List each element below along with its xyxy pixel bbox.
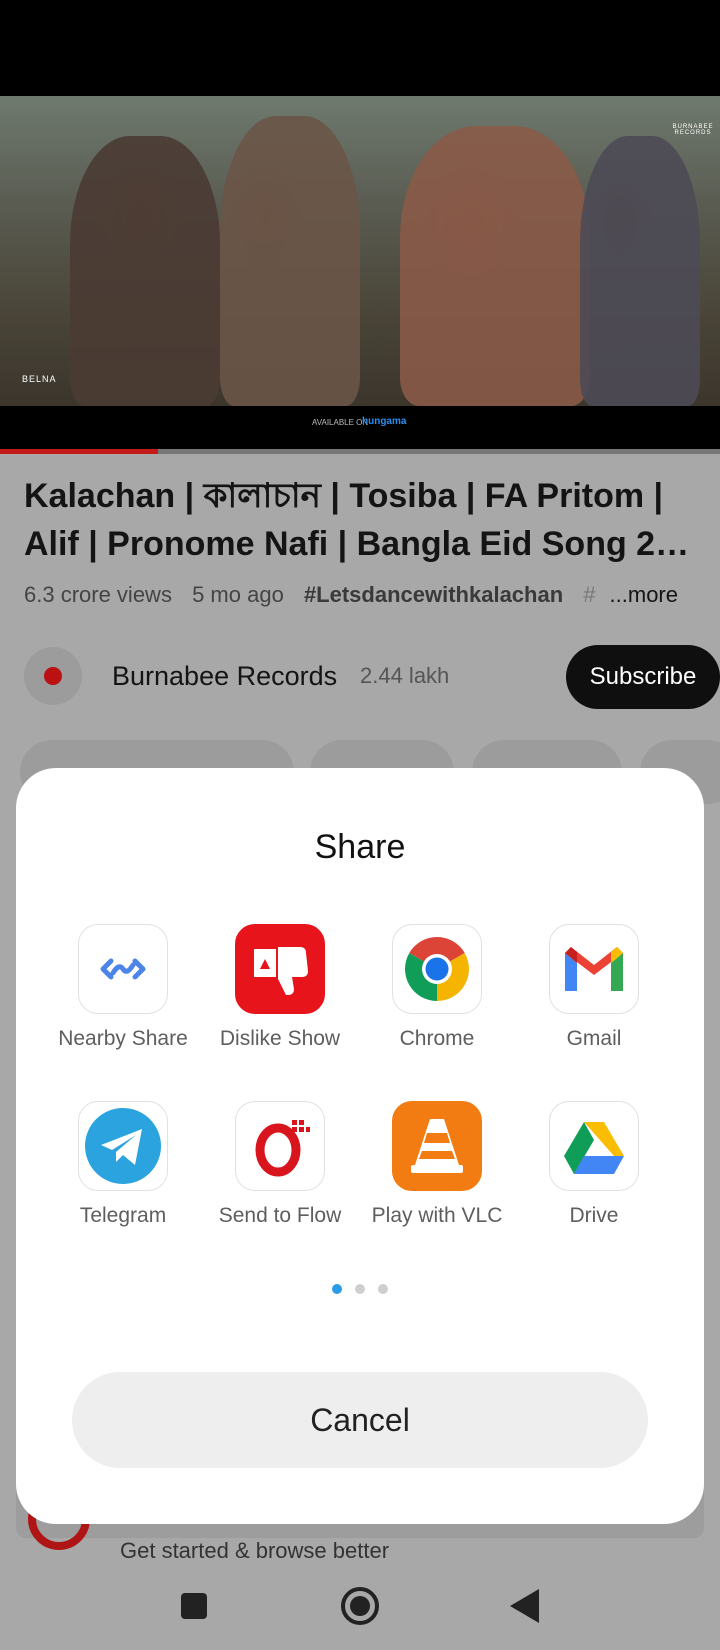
video-watermark-right: BURNABEE RECORDS bbox=[672, 124, 714, 136]
video-title[interactable]: Kalachan | কালাচান | Tosiba | FA Pritom … bbox=[24, 472, 704, 568]
hungama-logo: hungama bbox=[362, 416, 407, 427]
share-target-drive[interactable]: Drive bbox=[524, 1101, 664, 1228]
upload-age: 5 mo ago bbox=[192, 582, 284, 607]
share-sheet: Share Nearby Share Dislike Show Chrome G… bbox=[16, 768, 704, 1524]
page-indicator bbox=[16, 1284, 704, 1294]
video-figure bbox=[220, 116, 360, 406]
share-target-vlc[interactable]: Play with VLC bbox=[367, 1101, 507, 1228]
home-button[interactable] bbox=[336, 1582, 384, 1630]
hashtag-link[interactable]: # bbox=[583, 582, 595, 607]
vlc-icon bbox=[392, 1101, 482, 1191]
hashtag-link[interactable]: #Letsdancewithkalachan bbox=[304, 582, 563, 607]
share-target-label: Dislike Show bbox=[219, 1027, 341, 1050]
video-figure bbox=[70, 136, 220, 406]
subscriber-count: 2.44 lakh bbox=[360, 663, 450, 688]
share-target-label: Nearby Share bbox=[58, 1027, 188, 1050]
share-target-chrome[interactable]: Chrome bbox=[367, 924, 507, 1051]
share-target-send-to-flow[interactable]: Send to Flow bbox=[210, 1101, 350, 1228]
recents-button[interactable] bbox=[170, 1582, 218, 1630]
recents-icon bbox=[181, 1593, 207, 1619]
video-figure bbox=[580, 136, 700, 406]
subscribe-button[interactable]: Subscribe bbox=[566, 645, 720, 709]
video-progress-fill bbox=[0, 449, 159, 454]
share-target-label: Telegram bbox=[79, 1204, 167, 1227]
page-dot[interactable] bbox=[378, 1284, 388, 1294]
back-icon bbox=[510, 1589, 539, 1623]
nearby-share-icon bbox=[78, 924, 168, 1014]
back-button[interactable] bbox=[500, 1582, 548, 1630]
gmail-icon bbox=[549, 924, 639, 1014]
cancel-button[interactable]: Cancel bbox=[72, 1372, 648, 1468]
video-watermark-left: BELNA bbox=[22, 374, 57, 384]
avatar[interactable] bbox=[24, 647, 82, 705]
share-target-dislike-show[interactable]: Dislike Show bbox=[210, 924, 350, 1051]
flow-icon bbox=[235, 1101, 325, 1191]
available-on-text: AVAILABLE ON bbox=[312, 418, 369, 427]
navigation-bar bbox=[0, 1560, 720, 1650]
page-dot[interactable] bbox=[355, 1284, 365, 1294]
video-player[interactable]: BELNA BURNABEE RECORDS AVAILABLE ON hung… bbox=[0, 96, 720, 451]
share-target-label: Play with VLC bbox=[371, 1204, 503, 1227]
chrome-icon bbox=[392, 924, 482, 1014]
channel-row[interactable]: Burnabee Records 2.44 lakh Subscribe bbox=[24, 645, 720, 709]
telegram-icon bbox=[78, 1101, 168, 1191]
video-meta[interactable]: 6.3 crore views 5 mo ago #Letsdancewithk… bbox=[24, 582, 704, 608]
share-target-label: Chrome bbox=[399, 1027, 475, 1050]
dislike-show-icon bbox=[235, 924, 325, 1014]
share-target-label: Drive bbox=[569, 1204, 619, 1227]
video-figure bbox=[400, 126, 590, 406]
status-bar bbox=[0, 0, 720, 96]
drive-icon bbox=[549, 1101, 639, 1191]
view-count: 6.3 crore views bbox=[24, 582, 172, 607]
home-icon bbox=[341, 1587, 379, 1625]
video-progress-bar[interactable] bbox=[0, 449, 720, 454]
share-sheet-title: Share bbox=[314, 828, 406, 866]
channel-name[interactable]: Burnabee Records bbox=[112, 661, 337, 692]
video-frame: BELNA BURNABEE RECORDS bbox=[0, 96, 720, 406]
share-target-label: Gmail bbox=[566, 1027, 622, 1050]
page-dot[interactable] bbox=[332, 1284, 342, 1294]
share-target-label: Send to Flow bbox=[218, 1204, 342, 1227]
share-target-nearby-share[interactable]: Nearby Share bbox=[53, 924, 193, 1051]
more-button[interactable]: ...more bbox=[601, 582, 678, 608]
share-target-telegram[interactable]: Telegram bbox=[53, 1101, 193, 1228]
share-target-gmail[interactable]: Gmail bbox=[524, 924, 664, 1051]
